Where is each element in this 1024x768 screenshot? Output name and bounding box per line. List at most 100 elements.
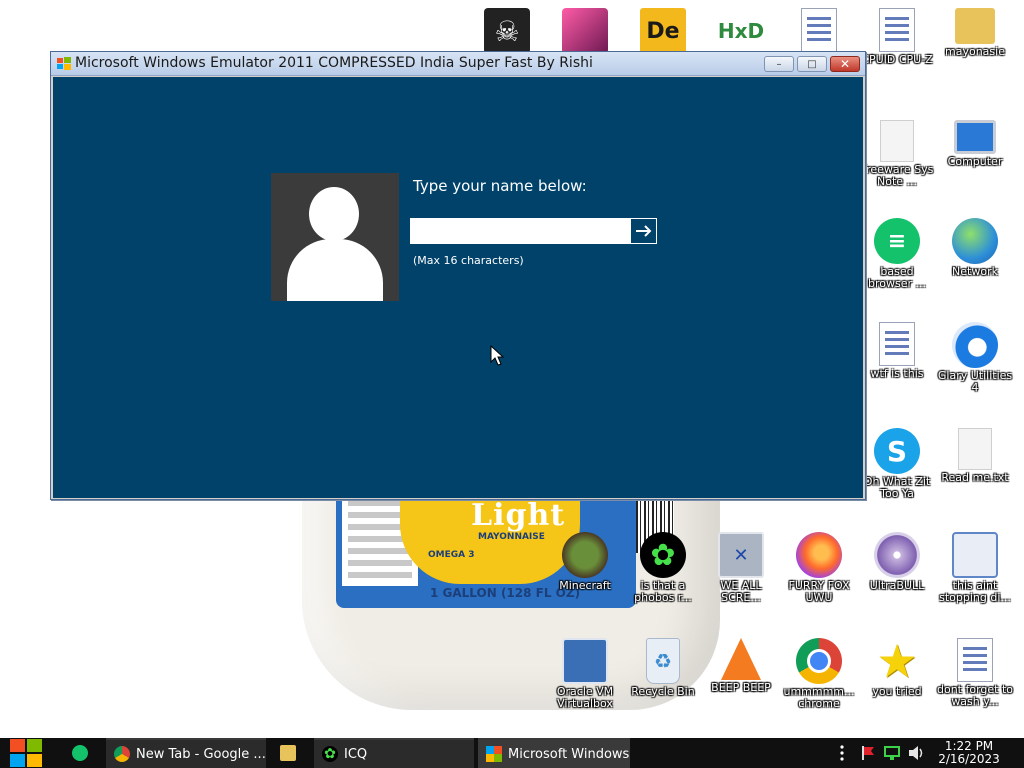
desktop-icon-label: this aint stopping di... — [939, 579, 1011, 604]
tray-overflow-icon[interactable] — [832, 738, 852, 768]
windows-flag-icon — [57, 57, 71, 70]
chrome-icon — [796, 638, 842, 684]
desktop-icon-wtf[interactable]: wtf is this — [858, 322, 936, 380]
desktop-icon-this-aint[interactable]: this aint stopping di... — [936, 532, 1014, 604]
star-icon: ★ — [876, 634, 918, 688]
recycle-bin-icon: ♻ — [646, 638, 680, 684]
desktop-icon-network[interactable]: Network — [936, 218, 1014, 278]
mouse-cursor-icon — [490, 345, 504, 366]
desktop-icon-label: Minecraft — [559, 579, 611, 592]
desktop-icon-skull[interactable]: ☠ — [468, 8, 546, 54]
desktop-icon-label: Glary Utilities 4 — [937, 369, 1013, 394]
desktop-icon-dont-forget[interactable]: dont forget to wash y... — [936, 638, 1014, 708]
desktop-icon-virtualbox[interactable]: Oracle VM Virtualbox — [546, 638, 624, 710]
close-button[interactable]: ✕ — [830, 56, 860, 72]
desktop-icon-label: Oracle VM Virtualbox — [556, 685, 614, 710]
desktop-icon-label: Oh What Zit Too Ya — [863, 475, 931, 500]
desktop-icon-label: you tried — [872, 685, 922, 698]
volume-icon[interactable] — [904, 738, 928, 768]
emulator-icon — [486, 746, 502, 762]
taskbar-item-chrome[interactable]: New Tab - Google ... — [106, 738, 266, 768]
icq-icon: ✿ — [322, 746, 338, 762]
desktop-icon-recycle-bin[interactable]: ♻ Recycle Bin — [624, 638, 702, 698]
vlc-icon — [721, 638, 761, 680]
desktop-icon-label: dont forget to wash y... — [936, 683, 1014, 708]
desktop-icon-label: Read me.txt — [941, 471, 1009, 484]
desktop-icon-document-top[interactable] — [780, 8, 858, 52]
icq-icon: ✿ — [640, 532, 686, 578]
taskbar-clock[interactable]: 1:22 PM 2/16/2023 — [934, 740, 1004, 766]
window-titlebar[interactable]: Microsoft Windows Emulator 2011 COMPRESS… — [51, 52, 865, 76]
skype-icon: S — [874, 428, 920, 474]
clock-date: 2/16/2023 — [938, 752, 1000, 766]
desktop-icon-label: BEEP BEEP — [711, 681, 771, 694]
desktop-icon-phobos[interactable]: ✿ is that a phobos r... — [624, 532, 702, 604]
search-computer-icon — [952, 532, 998, 578]
blank-document-icon — [880, 120, 914, 162]
desktop-icon-readme[interactable]: Read me.txt — [936, 428, 1014, 484]
desktop-icon-minecraft[interactable]: Minecraft — [546, 532, 624, 592]
name-length-hint: (Max 16 characters) — [413, 254, 524, 267]
desktop-icon-you-tried[interactable]: ★ you tried — [858, 634, 936, 698]
folder-icon — [280, 745, 296, 761]
action-center-flag-icon[interactable] — [856, 738, 880, 768]
desktop-icon-freeware[interactable]: Freeware Sys Note ... — [858, 120, 936, 188]
desktop-icon-cpuz[interactable]: CPUID CPU-Z — [858, 8, 936, 66]
maximize-button[interactable]: □ — [797, 56, 827, 72]
desktop-icon-skype[interactable]: S Oh What Zit Too Ya — [858, 428, 936, 500]
desktop-icon-label: FURRY FOX UWU — [788, 579, 850, 604]
window-title: Microsoft Windows Emulator 2011 COMPRESS… — [75, 55, 593, 71]
desktop-icon-hxd[interactable]: HxD — [702, 8, 780, 54]
taskbar-item-label: ICQ — [344, 746, 368, 762]
network-tray-icon[interactable] — [880, 738, 904, 768]
label-sub: MAYONNAISE — [478, 532, 545, 542]
desktop-icon-label: Recycle Bin — [631, 685, 695, 698]
desktop-icon-computer[interactable]: Computer — [936, 120, 1014, 168]
desktop-icon-chrome[interactable]: ummmmm... chrome — [780, 638, 858, 710]
network-icon — [952, 218, 998, 264]
desktop-icon-label: based browser ... — [868, 265, 926, 290]
desktop-icon-we-all-scre[interactable]: ✕ WE ALL SCRE... — [702, 532, 780, 604]
desktop-icon-firefox[interactable]: FURRY FOX UWU — [780, 532, 858, 604]
taskbar-item-chat[interactable] — [64, 738, 98, 768]
document-icon — [879, 322, 915, 366]
desktop-icon-label: is that a phobos r... — [634, 579, 692, 604]
de-app-icon: De — [640, 8, 686, 54]
text-file-icon — [958, 428, 992, 470]
start-button[interactable] — [10, 738, 44, 768]
desktop-icon-ultrabull[interactable]: UltraBULL — [858, 532, 936, 592]
desktop-icon-vlc[interactable]: BEEP BEEP — [702, 638, 780, 694]
desktop-icon-label: UltraBULL — [869, 579, 925, 592]
arrow-right-icon — [635, 225, 651, 237]
minecraft-icon — [562, 532, 608, 578]
document-icon — [801, 8, 837, 52]
desktop-icon-label: Network — [952, 265, 998, 278]
desktop-icon-de[interactable]: De — [624, 8, 702, 54]
taskbar-item-label: New Tab - Google ... — [136, 746, 266, 762]
taskbar-item-icq[interactable]: ✿ ICQ — [314, 738, 474, 768]
desktop-icon-mayonasie[interactable]: mayonasie — [936, 8, 1014, 58]
desktop-icon-label: wtf is this — [870, 367, 924, 380]
taskbar-item-emulator[interactable]: Microsoft Windows ... — [478, 738, 630, 768]
document-icon — [957, 638, 993, 682]
firefox-icon — [796, 532, 842, 578]
desktop-icon-pink-app[interactable] — [546, 8, 624, 54]
submit-name-button[interactable] — [630, 218, 657, 244]
document-icon — [879, 8, 915, 52]
emulator-window: Microsoft Windows Emulator 2011 COMPRESS… — [50, 51, 866, 500]
name-input[interactable] — [410, 218, 630, 244]
computer-icon — [954, 120, 996, 154]
desktop-icon-label: WE ALL SCRE... — [720, 579, 762, 604]
chrome-icon — [114, 746, 130, 762]
desktop-icon-glary[interactable]: Glary Utilities 4 — [936, 322, 1014, 394]
green-chat-icon: ≡ — [874, 218, 920, 264]
name-prompt: Type your name below: — [413, 177, 587, 195]
taskbar-item-explorer[interactable] — [272, 738, 306, 768]
label-omega: OMEGA 3 — [428, 550, 475, 560]
minimize-button[interactable]: – — [764, 56, 794, 72]
label-word: Light — [471, 498, 566, 533]
desktop-icon-based-browser[interactable]: ≡ based browser ... — [858, 218, 936, 290]
computer-icon: ✕ — [718, 532, 764, 578]
hxd-icon: HxD — [717, 19, 765, 43]
user-avatar-icon — [271, 173, 399, 301]
